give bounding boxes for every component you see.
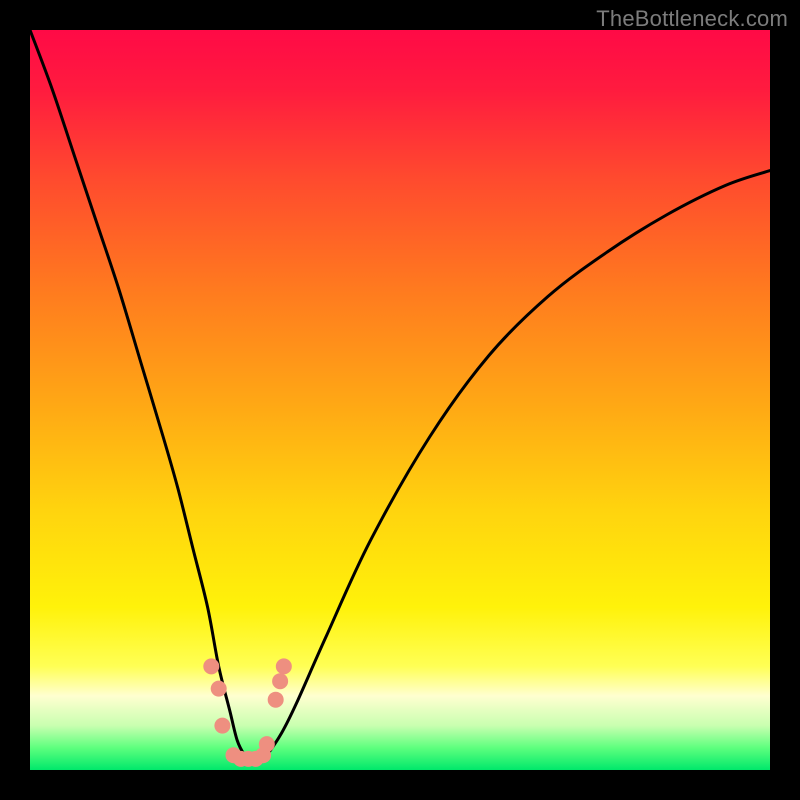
watermark-text: TheBottleneck.com — [596, 6, 788, 32]
bottleneck-curve — [30, 30, 770, 764]
marker-dot — [214, 718, 230, 734]
plot-area — [30, 30, 770, 770]
outer-frame: TheBottleneck.com — [0, 0, 800, 800]
marker-dot — [211, 681, 227, 697]
curve-markers — [203, 658, 292, 767]
marker-dot — [259, 736, 275, 752]
curve-layer — [30, 30, 770, 770]
marker-dot — [268, 692, 284, 708]
marker-dot — [276, 658, 292, 674]
marker-dot — [203, 658, 219, 674]
marker-dot — [272, 673, 288, 689]
